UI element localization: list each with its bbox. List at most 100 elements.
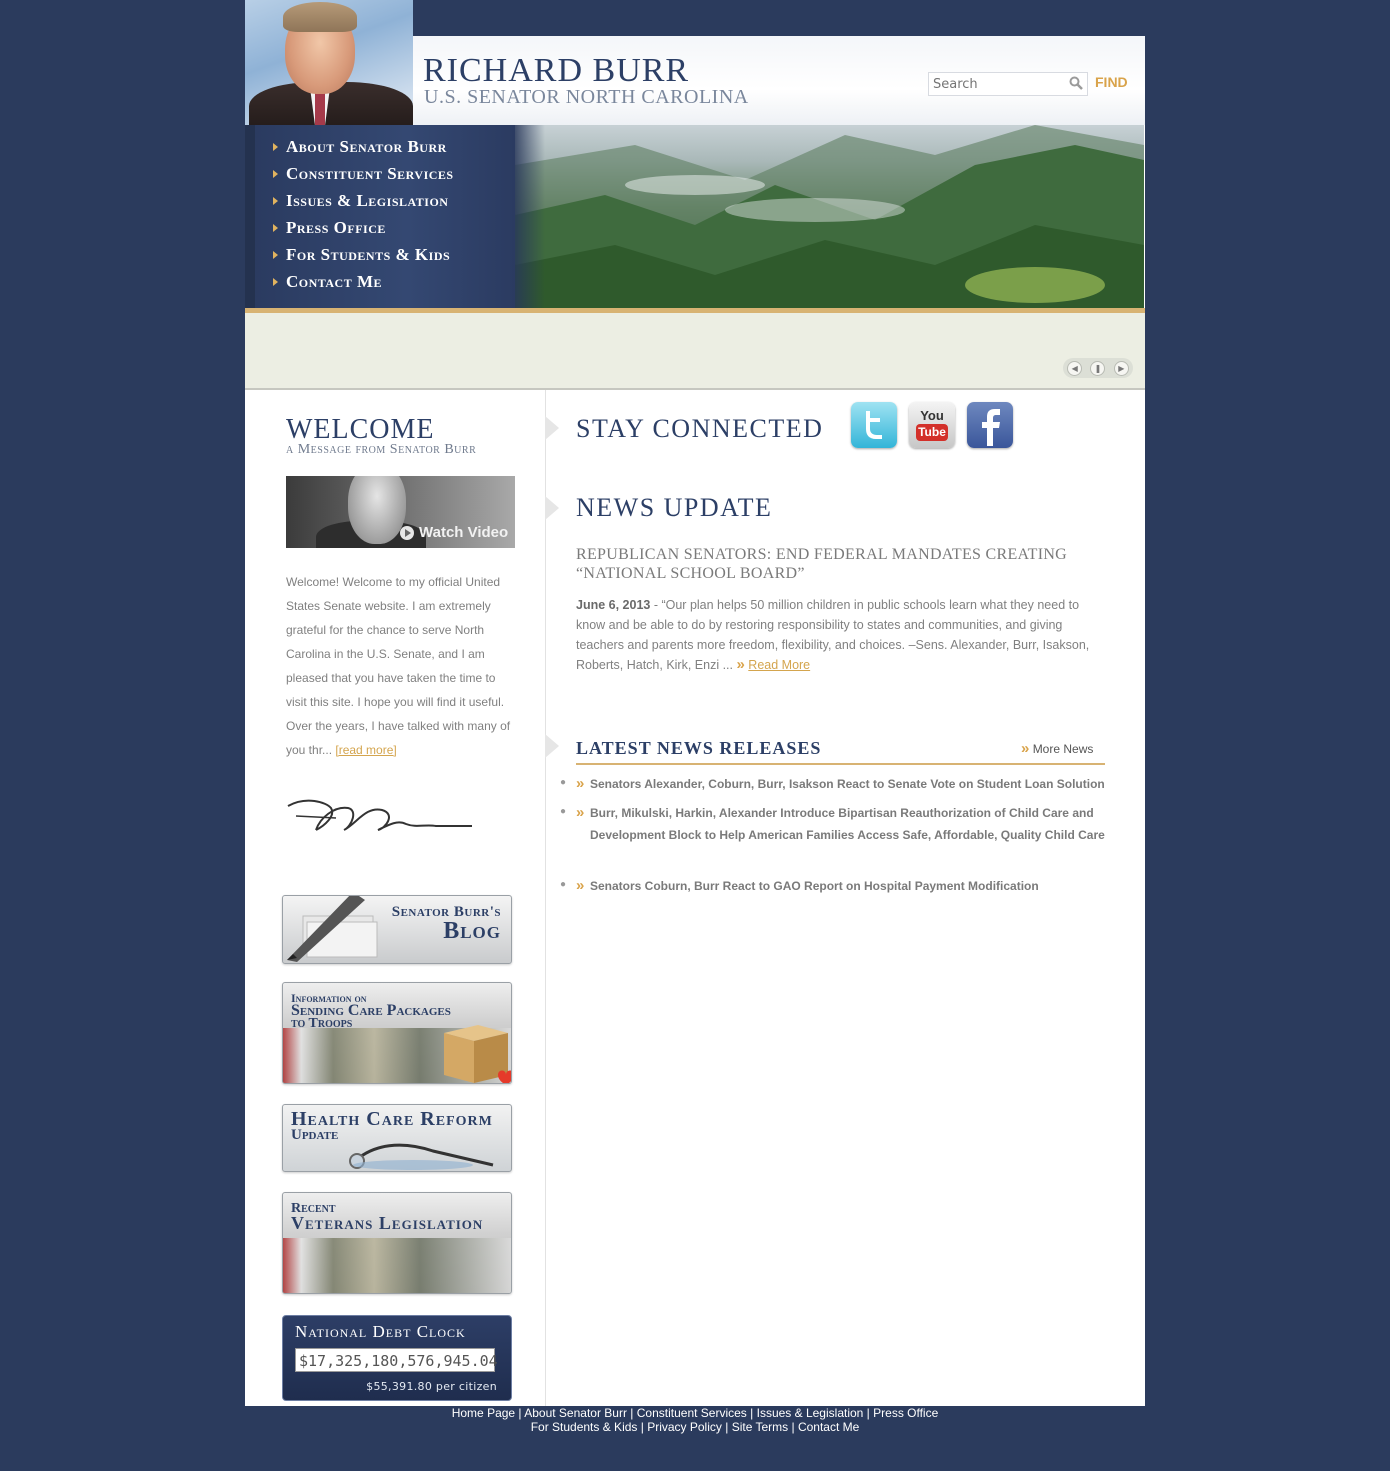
welcome-read-more-link[interactable]: [read more] (335, 743, 396, 757)
news-update-title: NEWS UPDATE (576, 493, 773, 522)
nav-item-label: About Senator Burr (286, 137, 447, 156)
news-release-link[interactable]: Senators Alexander, Coburn, Burr, Isakso… (590, 773, 1105, 795)
footer-separator: | (788, 1420, 798, 1434)
arrow-right-icon (273, 170, 278, 178)
watch-video-button[interactable]: Watch Video (286, 476, 515, 548)
welcome-subtitle: a Message from Senator Burr (286, 442, 477, 457)
footer-separator: | (626, 1406, 637, 1420)
blog-promo-line2: Blog (443, 918, 501, 944)
nav-item-label: Constituent Services (286, 164, 454, 183)
arrow-right-icon (273, 278, 278, 286)
news-release-link[interactable]: Burr, Mikulski, Harkin, Alexander Introd… (590, 802, 1105, 846)
nav-item-about[interactable]: About Senator Burr (273, 134, 447, 160)
debt-clock-title: National Debt Clock (295, 1322, 466, 1341)
nav-item-press-office[interactable]: Press Office (273, 215, 386, 241)
raquo-icon: » (576, 804, 585, 821)
youtube-icon-tube: Tube (916, 424, 948, 441)
news-release-item[interactable]: ● » Burr, Mikulski, Harkin, Alexander In… (560, 805, 1105, 846)
more-news-label: More News (1032, 742, 1094, 756)
stay-connected-title: STAY CONNECTED (576, 414, 824, 443)
stethoscope-icon (349, 1143, 494, 1170)
nav-item-students-kids[interactable]: For Students & Kids (273, 242, 450, 268)
footer-link-issues[interactable]: Issues & Legislation (757, 1406, 864, 1420)
welcome-body: Welcome! Welcome to my official United S… (286, 575, 511, 757)
section-notch (545, 734, 559, 758)
header: RICHARD BURR U.S. SENATOR NORTH CAROLINA… (245, 0, 1145, 125)
footer-link-contact[interactable]: Contact Me (798, 1420, 859, 1434)
news-headline[interactable]: REPUBLICAN SENATORS: END FEDERAL MANDATE… (576, 545, 1096, 583)
nav-item-constituent-services[interactable]: Constituent Services (273, 161, 454, 187)
footer-row-1: Home Page | About Senator Burr | Constit… (245, 1406, 1145, 1420)
nav-item-label: Press Office (286, 218, 386, 237)
arrow-right-icon (273, 197, 278, 205)
slideshow-controls: ◀ ❚ ▶ (1063, 358, 1133, 378)
rewind-icon[interactable]: ◀ (1067, 360, 1083, 376)
footer-separator: | (515, 1406, 525, 1420)
care-packages-promo-button[interactable]: Information on Sending Care Packages to … (282, 982, 512, 1084)
nav-item-contact[interactable]: Contact Me (273, 269, 382, 295)
search-icon[interactable] (1069, 76, 1083, 90)
footer-separator: | (863, 1406, 874, 1420)
facebook-icon[interactable] (967, 402, 1013, 448)
footer-link-constituent-services[interactable]: Constituent Services (637, 1406, 747, 1420)
debt-clock-widget[interactable]: National Debt Clock $17,325,180,576,945.… (282, 1315, 512, 1401)
raquo-icon: » (576, 775, 585, 792)
forward-icon[interactable]: ▶ (1113, 360, 1129, 376)
search-input[interactable] (929, 73, 1065, 95)
main-nav: About Senator Burr Constituent Services … (245, 125, 515, 308)
nav-item-label: For Students & Kids (286, 245, 451, 264)
section-notch (545, 416, 559, 440)
news-release-item[interactable]: ● » Senators Alexander, Coburn, Burr, Is… (560, 776, 1105, 795)
news-read-more-link[interactable]: Read More (748, 658, 810, 672)
youtube-icon-you: You (920, 408, 944, 423)
footer: Home Page | About Senator Burr | Constit… (245, 1406, 1145, 1434)
footer-link-about[interactable]: About Senator Burr (524, 1406, 627, 1420)
debt-per-citizen: $55,391.80 per citizen (366, 1380, 497, 1393)
arrow-right-icon (273, 251, 278, 259)
news-release-link[interactable]: Senators Coburn, Burr React to GAO Repor… (590, 875, 1105, 897)
arrow-right-icon (273, 224, 278, 232)
site-title: RICHARD BURR (423, 52, 690, 89)
footer-separator: | (637, 1420, 648, 1434)
watch-video-text: Watch Video (419, 524, 509, 541)
footer-link-home[interactable]: Home Page (452, 1406, 515, 1420)
news-body-text: - “Our plan helps 50 million children in… (576, 598, 1090, 672)
news-release-item[interactable]: ● » Senators Coburn, Burr React to GAO R… (560, 878, 1105, 897)
more-news-link[interactable]: » More News (1021, 740, 1093, 757)
veterans-legislation-promo-button[interactable]: Recent Veterans Legislation (282, 1192, 512, 1294)
debt-clock-amount: $17,325,180,576,945.04 (295, 1348, 498, 1372)
raquo-icon: » (736, 656, 745, 673)
footer-link-students-kids[interactable]: For Students & Kids (531, 1420, 638, 1434)
news-date: June 6, 2013 (576, 598, 651, 612)
arrow-right-icon (273, 143, 278, 151)
twitter-icon[interactable] (851, 402, 897, 448)
nav-item-issues[interactable]: Issues & Legislation (273, 188, 448, 214)
search-box[interactable] (928, 72, 1088, 96)
footer-separator: | (746, 1406, 757, 1420)
senator-portrait (245, 0, 413, 125)
bullet-icon: ● (560, 879, 567, 890)
latest-news-releases-title: LATEST NEWS RELEASES (576, 738, 822, 758)
find-button[interactable]: FIND (1095, 74, 1128, 90)
youtube-icon[interactable]: You Tube (909, 402, 955, 448)
watch-video-label: Watch Video (400, 524, 508, 541)
footer-link-privacy[interactable]: Privacy Policy (647, 1420, 722, 1434)
nav-item-label: Issues & Legislation (286, 191, 449, 210)
bullet-icon: ● (560, 806, 567, 817)
page-container: RICHARD BURR U.S. SENATOR NORTH CAROLINA… (245, 0, 1145, 1406)
divider (576, 763, 1105, 765)
care-promo-line3: to Troops (291, 1016, 353, 1031)
footer-link-site-terms[interactable]: Site Terms (732, 1420, 788, 1434)
footer-link-press-office[interactable]: Press Office (873, 1406, 938, 1420)
slideshow-area: ◀ ❚ ▶ (245, 313, 1145, 390)
blog-promo-button[interactable]: Senator Burr's Blog (282, 895, 512, 964)
health-care-reform-promo-button[interactable]: Health Care Reform Update (282, 1104, 512, 1172)
mountain-banner-image (515, 125, 1144, 308)
footer-separator: | (721, 1420, 732, 1434)
pause-icon[interactable]: ❚ (1090, 360, 1106, 376)
left-column: WELCOME a Message from Senator Burr Watc… (245, 390, 546, 1406)
pen-icon (287, 896, 378, 962)
package-icon (444, 1025, 511, 1083)
raquo-icon: » (576, 877, 585, 894)
raquo-icon: » (1021, 740, 1030, 757)
